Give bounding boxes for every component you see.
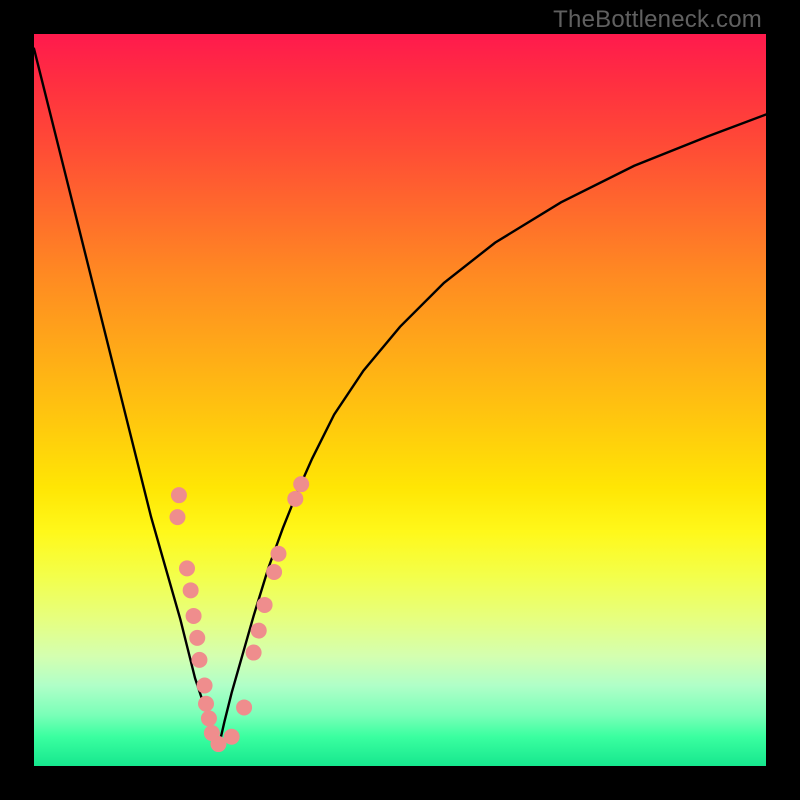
data-point-marker [197, 677, 213, 693]
data-point-marker [266, 564, 282, 580]
data-point-marker [191, 652, 207, 668]
attribution-text: TheBottleneck.com [553, 6, 762, 34]
data-point-marker [186, 608, 202, 624]
data-point-marker [236, 699, 252, 715]
data-point-marker [179, 560, 195, 576]
data-point-marker [246, 645, 262, 661]
plot-area [34, 34, 766, 766]
bottleneck-curve [34, 49, 766, 744]
data-point-marker [224, 729, 240, 745]
data-point-marker [189, 630, 205, 646]
plot-svg [34, 34, 766, 766]
data-point-marker [169, 509, 185, 525]
chart-frame: TheBottleneck.com [0, 0, 800, 800]
data-point-marker [293, 476, 309, 492]
data-point-marker [183, 582, 199, 598]
data-point-marker [270, 546, 286, 562]
data-point-marker [201, 710, 217, 726]
data-point-marker [287, 491, 303, 507]
data-point-marker [257, 597, 273, 613]
data-point-marker [171, 487, 187, 503]
data-point-marker [198, 696, 214, 712]
data-point-marker [251, 623, 267, 639]
